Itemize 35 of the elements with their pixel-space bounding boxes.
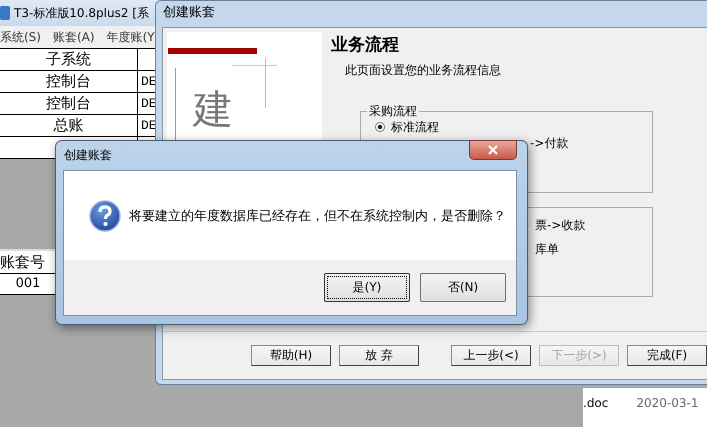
file-name[interactable]: .doc [583,396,608,410]
table-cell-text: DE [140,73,158,91]
dialog-button[interactable]: 否(N) [420,273,506,302]
flow-text: ->付款 [530,135,570,151]
flow-text: 库单 [535,241,560,257]
menu-item[interactable]: 年度账(Y [106,28,155,46]
close-button[interactable] [469,140,517,160]
radio-button[interactable] [375,122,385,132]
question-icon [89,200,121,232]
group-title: 采购流程 [367,103,419,119]
table-cell: 控制台 [0,93,138,114]
wizard-button[interactable]: 放 弃 [339,345,419,366]
window-title: T3-标准版10.8plus2 [系 [14,4,149,22]
dialog-message: 将要建立的年度数据库已经存在，但不在系统控制内，是否删除？ [129,208,506,224]
wizard-button[interactable]: 帮助(H) [251,345,331,366]
menu-item[interactable]: 系统(S) [0,28,41,46]
table-cell-text: DE [140,117,158,135]
menu-item[interactable]: 账套(A) [52,28,95,46]
table-cell: 控制台 [0,71,138,92]
table-cell-text: DE [140,95,158,113]
app-logo-icon [0,6,10,20]
dialog-title: 创建账套 [64,147,112,164]
file-date: 2020-03-1 [636,396,698,410]
flow-text: 票->收款 [535,217,586,233]
table-header-cell: 子系统 [0,49,138,70]
banner-glyph: 建 [193,86,233,135]
window-title: 创建账套 [162,4,216,22]
dialog-button[interactable]: 是(Y) [324,273,410,302]
table-cell: 总账 [0,115,138,136]
page-subtitle: 此页面设置您的业务流程信息 [345,62,502,78]
wizard-button[interactable]: 完成(F) [627,345,707,366]
page-heading: 业务流程 [331,34,400,57]
close-icon [486,145,500,155]
wizard-button[interactable]: 上一步(<) [451,345,531,366]
radio-label[interactable]: 标准流程 [391,118,439,136]
